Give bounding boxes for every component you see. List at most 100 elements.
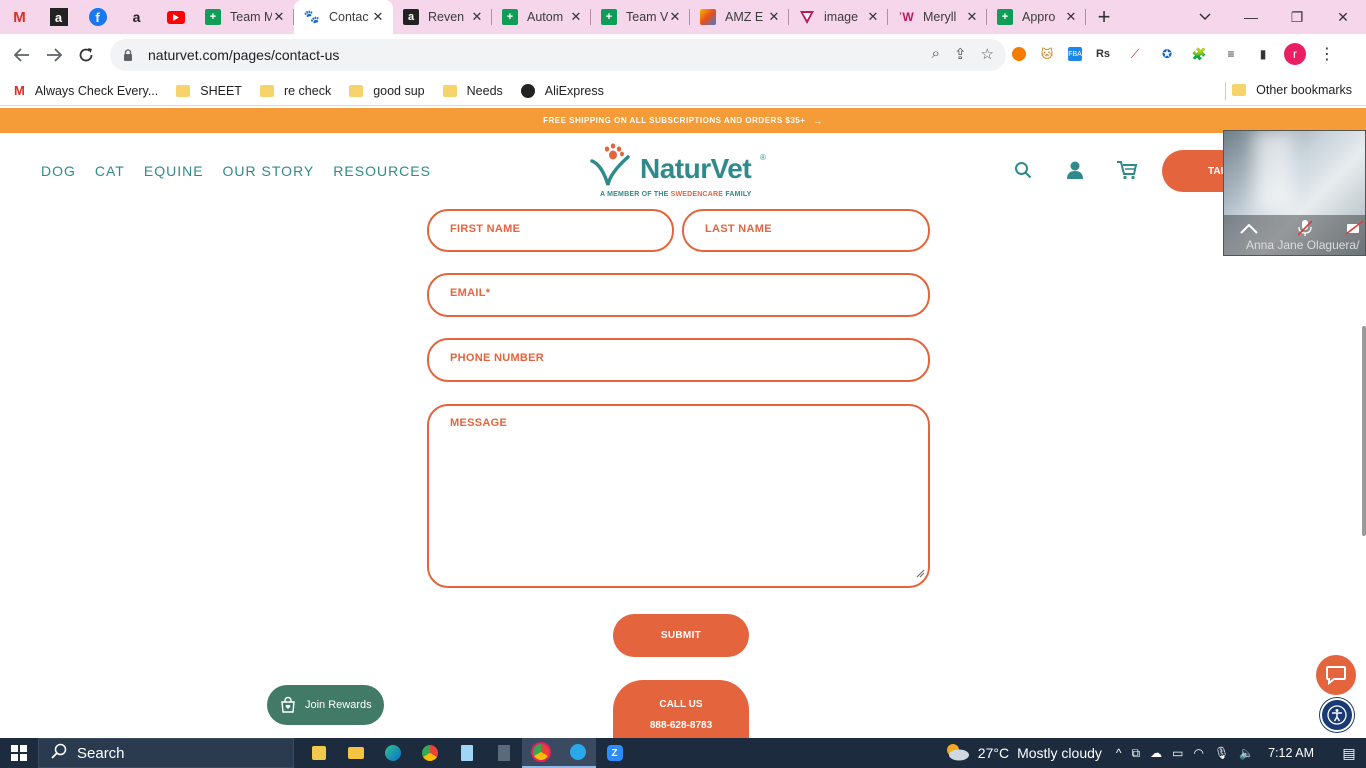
- bookmark-good-sup[interactable]: good sup: [349, 84, 425, 98]
- close-window-button[interactable]: ✕: [1320, 0, 1366, 34]
- taskbar-notepad-icon[interactable]: [448, 738, 485, 768]
- minimize-button[interactable]: —: [1228, 0, 1274, 34]
- share-icon[interactable]: ⇪: [954, 45, 967, 63]
- taskbar-search-box[interactable]: Search: [38, 738, 294, 768]
- chat-button[interactable]: [1316, 655, 1356, 695]
- back-button[interactable]: [6, 39, 38, 71]
- accessibility-button[interactable]: [1320, 698, 1354, 732]
- close-icon[interactable]: ✕: [767, 9, 781, 25]
- nav-cat[interactable]: CAT: [95, 163, 125, 179]
- tab-revenue[interactable]: a Reven ✕: [393, 0, 492, 34]
- tab-meryll[interactable]: ᾿W Meryll ✕: [888, 0, 987, 34]
- taskbar-edge-icon[interactable]: [374, 738, 411, 768]
- promo-banner[interactable]: FREE SHIPPING ON ALL SUBSCRIPTIONS AND O…: [0, 108, 1366, 133]
- bookmark-aliexpress[interactable]: AliExpress: [520, 83, 604, 98]
- account-icon[interactable]: [1064, 159, 1086, 181]
- tab-appro[interactable]: + Appro ✕: [987, 0, 1086, 34]
- tab-contact[interactable]: 🐾 Contac ✕: [294, 0, 393, 34]
- close-icon[interactable]: ✕: [1064, 9, 1078, 25]
- first-name-field[interactable]: FIRST NAME: [427, 209, 674, 252]
- pinned-tab-amazon[interactable]: a: [39, 0, 78, 34]
- taskbar-file-explorer-icon[interactable]: [337, 738, 374, 768]
- pinned-tab-amazon-2[interactable]: a: [117, 0, 156, 34]
- taskbar-zoom-icon[interactable]: Z: [596, 738, 633, 768]
- nav-resources[interactable]: RESOURCES: [333, 163, 431, 179]
- media-control-icon[interactable]: ≡: [1220, 43, 1242, 65]
- nav-our-story[interactable]: OUR STORY: [223, 163, 315, 179]
- new-tab-button[interactable]: +: [1086, 0, 1122, 34]
- tab-autom[interactable]: + Autom ✕: [492, 0, 591, 34]
- close-icon[interactable]: ✕: [668, 9, 682, 25]
- tab-image[interactable]: image ✕: [789, 0, 888, 34]
- other-bookmarks[interactable]: Other bookmarks: [1232, 83, 1352, 97]
- submit-button[interactable]: SUBMIT: [613, 614, 749, 657]
- phone-field[interactable]: PHONE NUMBER: [427, 338, 930, 382]
- extension-fba-icon[interactable]: FBA: [1068, 47, 1082, 61]
- battery-icon[interactable]: ▭: [1172, 746, 1183, 761]
- windows-start-button[interactable]: [0, 738, 38, 768]
- nav-dog[interactable]: DOG: [41, 163, 76, 179]
- tab-amz-e[interactable]: AMZ E ✕: [690, 0, 789, 34]
- extension-rs-icon[interactable]: Rs: [1092, 43, 1114, 65]
- chevron-up-icon[interactable]: [1240, 221, 1258, 239]
- naturvet-logo[interactable]: NaturVet ® A MEMBER OF THE SWEDENCARE FA…: [588, 143, 768, 201]
- notifications-icon[interactable]: ▤: [1332, 745, 1366, 762]
- kebab-menu-icon[interactable]: ⋮: [1316, 43, 1338, 65]
- reload-button[interactable]: [70, 39, 102, 71]
- call-us-label: CALL US: [659, 699, 703, 710]
- bookmark-always-check[interactable]: M Always Check Every...: [14, 83, 158, 98]
- forward-button[interactable]: [38, 39, 70, 71]
- video-call-overlay[interactable]: Anna Jane Olaguera/: [1223, 130, 1366, 256]
- pinned-tab-gmail[interactable]: M: [0, 0, 39, 34]
- volume-icon[interactable]: 🔈: [1239, 746, 1254, 761]
- meet-now-icon[interactable]: ⧉: [1132, 746, 1141, 761]
- call-us-button[interactable]: CALL US 888-628-8783: [613, 680, 749, 740]
- side-panel-icon[interactable]: ▮: [1252, 43, 1274, 65]
- tab-search-chevron-icon[interactable]: [1190, 0, 1220, 34]
- bookmark-star-icon[interactable]: ☆: [981, 45, 994, 63]
- extension-firefox-icon[interactable]: [1012, 47, 1026, 61]
- last-name-field[interactable]: LAST NAME: [682, 209, 930, 252]
- taskbar-chrome-profile-icon[interactable]: [522, 738, 559, 768]
- taskbar-store-icon[interactable]: [300, 738, 337, 768]
- bookmark-needs[interactable]: Needs: [442, 84, 503, 98]
- wifi-icon[interactable]: ◠: [1193, 746, 1203, 761]
- extensions-puzzle-icon[interactable]: 🧩: [1188, 43, 1210, 65]
- profile-avatar[interactable]: r: [1284, 43, 1306, 65]
- extension-cat-icon[interactable]: 🐱: [1036, 43, 1058, 65]
- restore-button[interactable]: ❐: [1274, 0, 1320, 34]
- pinned-tab-facebook[interactable]: f: [78, 0, 117, 34]
- close-icon[interactable]: ✕: [470, 9, 484, 25]
- close-icon[interactable]: ✕: [866, 9, 880, 25]
- address-bar[interactable]: naturvet.com/pages/contact-us ⌕ ⇪ ☆: [110, 39, 1006, 71]
- close-icon[interactable]: ✕: [272, 9, 286, 25]
- close-icon[interactable]: ✕: [371, 9, 385, 25]
- join-rewards-button[interactable]: Join Rewards: [267, 685, 384, 725]
- extension-wheel-icon[interactable]: ✪: [1156, 43, 1178, 65]
- page-scrollbar[interactable]: [1362, 326, 1366, 536]
- cart-icon[interactable]: [1116, 159, 1138, 181]
- bookmark-sheet[interactable]: SHEET: [176, 84, 242, 98]
- microphone-icon[interactable]: 🎙: [1214, 746, 1229, 761]
- bookmark-re-check[interactable]: re check: [259, 84, 331, 98]
- tab-team-v[interactable]: + Team V ✕: [591, 0, 690, 34]
- taskbar-calculator-icon[interactable]: [485, 738, 522, 768]
- message-textarea[interactable]: MESSAGE: [427, 404, 930, 588]
- taskbar-telegram-icon[interactable]: [559, 738, 596, 768]
- zoom-icon[interactable]: ⌕: [932, 45, 940, 63]
- pinned-tab-youtube[interactable]: [156, 0, 195, 34]
- extension-slash-icon[interactable]: ⟋: [1124, 43, 1146, 65]
- nav-equine[interactable]: EQUINE: [144, 163, 204, 179]
- arrow-right-icon: →: [813, 115, 823, 126]
- close-icon[interactable]: ✕: [569, 9, 583, 25]
- search-icon[interactable]: [1012, 159, 1034, 181]
- onedrive-cloud-icon[interactable]: ☁: [1150, 746, 1162, 761]
- weather-widget[interactable]: 27°C Mostly cloudy: [944, 743, 1102, 764]
- taskbar-chrome-icon[interactable]: [411, 738, 448, 768]
- chevron-up-icon[interactable]: ^: [1116, 746, 1122, 761]
- tab-team-m[interactable]: + Team M ✕: [195, 0, 294, 34]
- resize-handle-icon[interactable]: [916, 565, 925, 583]
- close-icon[interactable]: ✕: [965, 9, 979, 25]
- email-field[interactable]: EMAIL*: [427, 273, 930, 317]
- clock[interactable]: 7:12 AM: [1268, 746, 1314, 760]
